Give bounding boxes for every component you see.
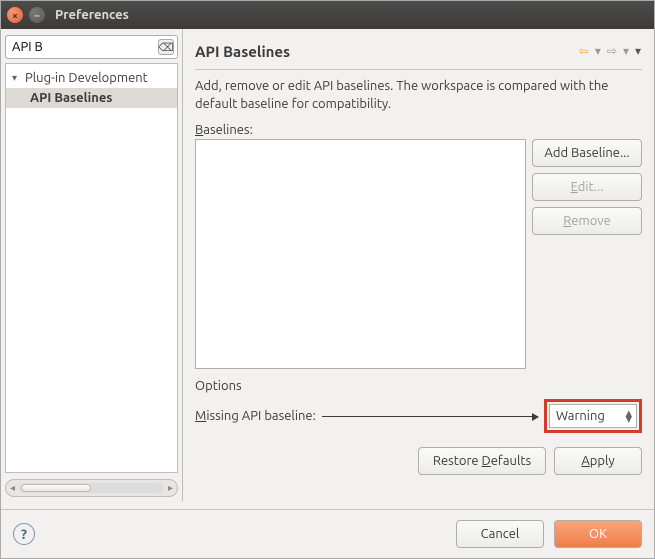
page-button-row: Restore Defaults Apply [195,447,642,475]
minimize-icon[interactable]: – [29,7,45,23]
options-label: Options [195,379,642,393]
missing-baseline-row: Missing API baseline: Warning ▴▾ [195,399,642,433]
page-title: API Baselines [195,43,290,60]
scroll-right-icon[interactable]: ▸ [168,482,173,494]
category-tree[interactable]: ▾ Plug-in Development API Baselines [5,63,178,473]
page-description: Add, remove or edit API baselines. The w… [195,78,642,113]
nav-back-icon[interactable]: ⇦ [578,44,590,58]
divider [195,69,642,70]
edit-button: Edit... [532,173,642,201]
search-wrap: ⌫ [5,35,178,59]
missing-baseline-value: Warning [556,409,605,423]
tree-item-api-baselines[interactable]: API Baselines [6,88,177,108]
menu-chevron-icon[interactable]: ▾ [634,44,642,58]
sidebar-hscrollbar[interactable]: ◂ ▸ [5,479,178,497]
filter-input[interactable] [5,35,178,59]
scroll-track[interactable] [19,483,164,493]
missing-baseline-select[interactable]: Warning ▴▾ [549,404,637,428]
scroll-left-icon[interactable]: ◂ [10,482,15,494]
window-controls: × – [7,7,45,23]
tree-item-plugin-dev[interactable]: ▾ Plug-in Development [6,68,177,88]
page-nav: ⇦ ▾ ⇨ ▾ ▾ [578,44,642,58]
upper-area: ⌫ ▾ Plug-in Development API Baselines ◂ … [1,29,654,501]
scroll-thumb[interactable] [21,484,91,492]
highlight-box: Warning ▴▾ [544,399,642,433]
baselines-buttons: Add Baseline... Edit... Remove [532,139,642,369]
close-icon[interactable]: × [7,7,23,23]
chevron-down-icon[interactable]: ▾ [622,44,630,58]
client-area: ⌫ ▾ Plug-in Development API Baselines ◂ … [1,29,654,558]
restore-defaults-button[interactable]: Restore Defaults [418,447,546,475]
nav-forward-icon[interactable]: ⇨ [606,44,618,58]
baselines-row: Add Baseline... Edit... Remove [195,139,642,369]
tree-item-label: Plug-in Development [25,71,148,85]
page-area: API Baselines ⇦ ▾ ⇨ ▾ ▾ Add, remove or e… [183,29,654,501]
remove-button: Remove [532,207,642,235]
pointer-line [322,416,538,417]
spinner-arrows-icon[interactable]: ▴▾ [625,410,632,422]
footer: ? Cancel OK [1,510,654,558]
cancel-button[interactable]: Cancel [456,520,544,548]
chevron-down-icon[interactable]: ▾ [594,44,602,58]
missing-baseline-label: Missing API baseline: [195,409,316,423]
baselines-list[interactable] [195,139,526,369]
add-baseline-button[interactable]: Add Baseline... [532,139,642,167]
expand-icon[interactable]: ▾ [12,72,22,84]
tree-item-label: API Baselines [30,91,112,105]
apply-button[interactable]: Apply [554,447,642,475]
ok-button[interactable]: OK [554,520,642,548]
clear-search-icon[interactable]: ⌫ [158,39,174,55]
preferences-window: × – Preferences ⌫ ▾ Plug-in Development … [0,0,655,559]
window-title: Preferences [55,8,129,22]
baselines-label: Baselines: [195,123,642,137]
sidebar: ⌫ ▾ Plug-in Development API Baselines ◂ … [1,29,183,501]
titlebar[interactable]: × – Preferences [1,1,654,29]
page-header: API Baselines ⇦ ▾ ⇨ ▾ ▾ [195,37,642,65]
footer-buttons: Cancel OK [456,520,642,548]
help-icon[interactable]: ? [13,523,35,545]
